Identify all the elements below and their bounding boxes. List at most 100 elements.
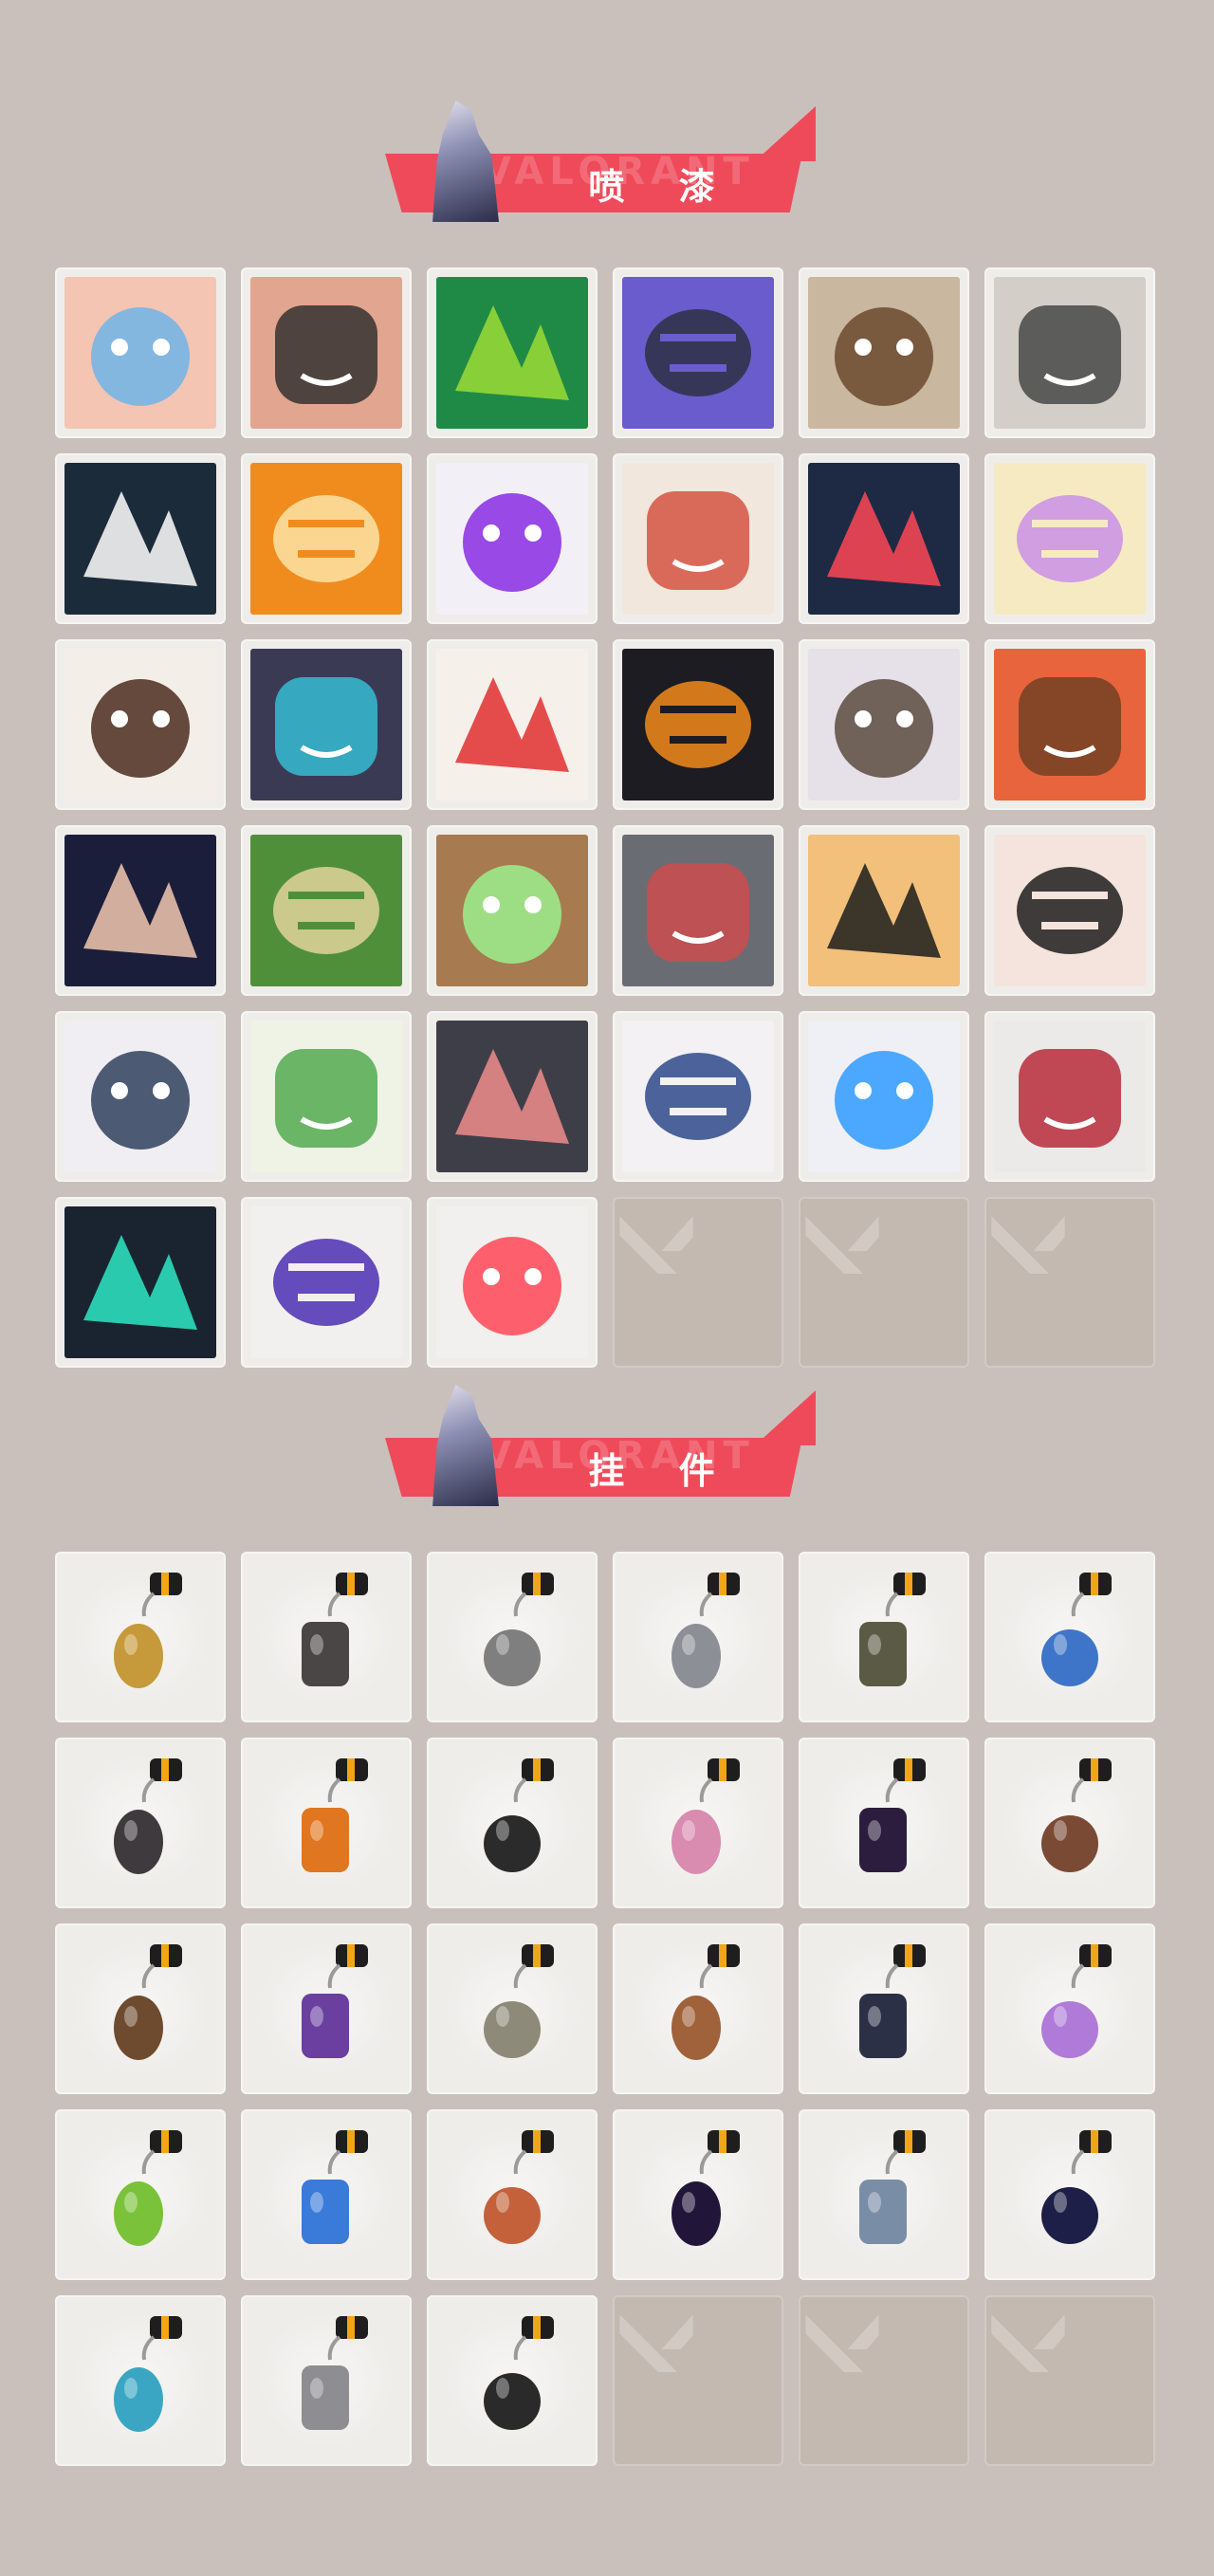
buddy-green-device[interactable] <box>55 2109 226 2280</box>
spray-purple-graffiti[interactable] <box>427 453 598 624</box>
buddy-graphic <box>302 1944 368 2058</box>
spray-angry-face[interactable] <box>241 267 412 438</box>
buddy-graphic <box>484 1573 554 1686</box>
spray-neon-stars[interactable] <box>799 1011 969 1182</box>
spray-art <box>250 649 402 800</box>
buddy-ep9-disc-dark[interactable] <box>613 2109 783 2280</box>
spray-bearded-grin[interactable] <box>984 639 1155 810</box>
buddy-agent-badge[interactable] <box>799 2109 969 2280</box>
spray-bandage-face[interactable] <box>55 825 226 996</box>
spray-graphic <box>83 863 197 958</box>
spray-frog-butterfly[interactable] <box>241 1011 412 1182</box>
buddy-cowboy-figure[interactable] <box>427 1923 598 2094</box>
buddy-brown-gadget[interactable] <box>55 1923 226 2094</box>
spray-art <box>994 1021 1146 1172</box>
spray-red-circle-logo[interactable] <box>427 1197 598 1368</box>
buddy-astronaut[interactable] <box>241 2109 412 2280</box>
buddy-agent-figure[interactable] <box>241 1923 412 2094</box>
buddy-graphic <box>484 2316 554 2430</box>
buddy-graphic <box>114 2130 182 2246</box>
buddy-tassel-spirit[interactable] <box>799 1923 969 2094</box>
spray-green-crate[interactable] <box>241 825 412 996</box>
spray-art <box>436 835 588 986</box>
spray-red-x-button[interactable] <box>984 1011 1155 1182</box>
spray-black-star[interactable] <box>55 453 226 624</box>
buddy-teddy-bear[interactable] <box>984 1738 1155 1908</box>
buddy-fire-sprite[interactable] <box>241 1738 412 1908</box>
spray-green-mask[interactable] <box>427 267 598 438</box>
buddy-gold-cat[interactable] <box>55 1552 226 1722</box>
spray-chevrons[interactable] <box>799 453 969 624</box>
spray-art <box>808 277 960 429</box>
spray-graphic <box>645 1053 751 1140</box>
buddy-valorant-medal[interactable] <box>427 2295 598 2466</box>
buddies-title: 挂 件 <box>588 1450 736 1492</box>
spray-purple-arm[interactable] <box>613 267 783 438</box>
spray-graphic <box>91 307 190 406</box>
spray-butterfly-face[interactable] <box>55 267 226 438</box>
empty-slot <box>984 2295 1155 2466</box>
spray-graphic <box>827 491 941 586</box>
spray-graphic <box>835 307 933 406</box>
spray-graphic <box>275 677 377 776</box>
sprays-title: 喷 漆 <box>588 166 736 208</box>
spray-robot-eye[interactable] <box>984 267 1155 438</box>
spray-pencil-girl[interactable] <box>984 825 1155 996</box>
spray-art <box>64 835 216 986</box>
spray-tiger[interactable] <box>799 825 969 996</box>
buddy-ufo[interactable] <box>55 2295 226 2466</box>
spray-art <box>436 1021 588 1172</box>
spray-glowing-eyes[interactable] <box>427 825 598 996</box>
buddy-graphic <box>859 2130 926 2244</box>
spray-art <box>994 649 1146 800</box>
buddy-orange-radio[interactable] <box>427 2109 598 2280</box>
spray-orange-mask[interactable] <box>241 453 412 624</box>
buddy-lava-lamp[interactable] <box>984 1923 1155 2094</box>
spray-penguin-beanie[interactable] <box>799 267 969 438</box>
buddy-spiked-club[interactable] <box>55 1738 226 1908</box>
spray-graphic <box>835 679 933 778</box>
spray-art <box>622 277 774 429</box>
buddy-graphic <box>1041 1758 1112 1872</box>
spray-crying-mole[interactable] <box>613 825 783 996</box>
spray-graphic <box>1019 1049 1121 1148</box>
spray-valorant-teal[interactable] <box>55 1197 226 1368</box>
buddies-banner: VALORANT 挂 件 <box>377 1385 816 1508</box>
buddy-potion-bottle[interactable] <box>984 1552 1155 1722</box>
spray-hooded-girl[interactable] <box>613 1011 783 1182</box>
empty-slot <box>613 2295 783 2466</box>
spray-armored-visor[interactable] <box>241 639 412 810</box>
spray-penguin-hat[interactable] <box>55 1011 226 1182</box>
spray-art <box>436 649 588 800</box>
spray-graphic <box>1017 495 1123 582</box>
spray-black-cat[interactable] <box>427 1011 598 1182</box>
spray-graphic <box>463 1237 561 1335</box>
spray-graphic <box>83 1235 197 1330</box>
buddy-graphic <box>484 1758 554 1872</box>
buddy-ep9-disc-gold[interactable] <box>984 2109 1155 2280</box>
valorant-logo-icon <box>805 2314 879 2372</box>
buddy-robot-drone[interactable] <box>241 1552 412 1722</box>
spray-pixel-agent[interactable] <box>55 639 226 810</box>
buddy-round-charm[interactable] <box>799 1552 969 1722</box>
spray-raccoon[interactable] <box>799 639 969 810</box>
spray-art <box>250 1206 402 1358</box>
buddy-ep9-disc-purple[interactable] <box>799 1738 969 1908</box>
buddy-crate-box[interactable] <box>613 1923 783 2094</box>
spray-clown[interactable] <box>427 639 598 810</box>
spray-purple-drip-text[interactable] <box>241 1197 412 1368</box>
buddy-basket[interactable] <box>427 1552 598 1722</box>
spray-orange-hat[interactable] <box>613 639 783 810</box>
spray-graphic <box>463 865 561 964</box>
spray-graphic <box>647 863 749 962</box>
spray-goggles-cat[interactable] <box>613 453 783 624</box>
buddy-gray-bear[interactable] <box>241 2295 412 2466</box>
buddy-rope-charm[interactable] <box>427 1738 598 1908</box>
spray-purple-blob[interactable] <box>984 453 1155 624</box>
buddy-armored-cat[interactable] <box>613 1552 783 1722</box>
spray-graphic <box>455 1049 569 1144</box>
buddy-graphic <box>484 1944 554 2058</box>
spray-graphic <box>275 1049 377 1148</box>
buddy-cupcake[interactable] <box>613 1738 783 1908</box>
spray-graphic <box>1019 305 1121 404</box>
